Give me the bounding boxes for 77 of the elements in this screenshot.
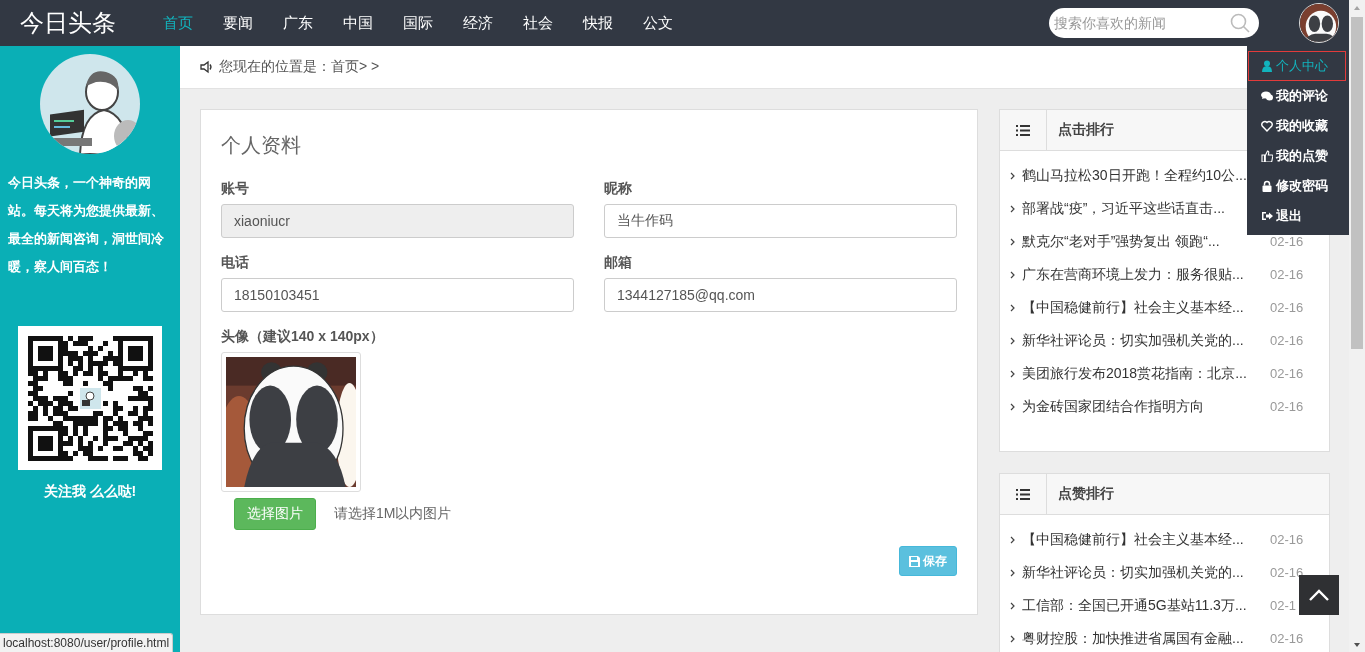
heart-icon xyxy=(1261,120,1273,132)
text-field[interactable]: 当牛作码 xyxy=(604,204,957,238)
site-logo[interactable]: 今日头条 xyxy=(20,7,148,39)
field-label: 账号 xyxy=(221,180,250,198)
menu-item[interactable]: 我的收藏 xyxy=(1248,111,1346,141)
nav-tab[interactable]: 公文 xyxy=(628,0,688,46)
news-link[interactable]: 粤财控股：加快推进省属国有金融... xyxy=(1022,629,1270,648)
list-icon xyxy=(1016,488,1030,500)
chevron-right-icon xyxy=(1010,303,1015,312)
news-link[interactable]: 新华社评论员：切实加强机关党的... xyxy=(1022,331,1270,350)
news-link[interactable]: 默克尔“老对手”强势复出 领跑“... xyxy=(1022,232,1270,251)
panel-title: 点击排行 xyxy=(1057,120,1114,139)
news-link[interactable]: 广东在营商环境上发力：服务很贴... xyxy=(1022,265,1270,284)
nav-tab[interactable]: 广东 xyxy=(268,0,328,46)
speech-bubbles-icon xyxy=(1261,90,1273,102)
text-field[interactable]: 18150103451 xyxy=(221,278,574,312)
news-date: 02-16 xyxy=(1270,333,1304,348)
nav-tab[interactable]: 中国 xyxy=(328,0,388,46)
news-date: 02-16 xyxy=(1270,565,1304,580)
field-label: 昵称 xyxy=(604,180,633,198)
nav-tab[interactable]: 国际 xyxy=(388,0,448,46)
news-link[interactable]: 工信部：全国已开通5G基站11.3万... xyxy=(1022,596,1270,615)
menu-item[interactable]: 退出 xyxy=(1248,201,1346,231)
news-date: 02-16 xyxy=(1270,366,1304,381)
news-link[interactable]: 美团旅行发布2018赏花指南：北京... xyxy=(1022,364,1270,383)
hint-text: 请选择1M以内图片 xyxy=(334,505,452,523)
news-date: 02-1 xyxy=(1270,598,1297,613)
field-label: 头像（建议140 x 140px） xyxy=(221,328,385,346)
nav-tab[interactable]: 社会 xyxy=(508,0,568,46)
chevron-right-icon xyxy=(1010,402,1015,411)
news-link[interactable]: 【中国稳健前行】社会主义基本经... xyxy=(1022,298,1270,317)
chevron-right-icon xyxy=(1010,204,1015,213)
chevron-right-icon xyxy=(1010,237,1015,246)
qr-caption: 关注我 么么哒! xyxy=(43,483,137,501)
lock-icon xyxy=(1261,180,1273,192)
chevron-right-icon xyxy=(1010,369,1015,378)
list-icon xyxy=(1016,124,1030,136)
news-date: 02-16 xyxy=(1270,300,1304,315)
news-date: 02-16 xyxy=(1270,267,1304,282)
site-intro: 今日头条，一个神奇的网站。每天将为您提供最新、最全的新闻咨询，洞世间冷暖，察人间百态！ xyxy=(7,174,165,276)
text-field[interactable]: 1344127185@qq.com xyxy=(604,278,957,312)
chevron-right-icon xyxy=(1010,535,1015,544)
news-link[interactable]: 为金砖国家团结合作指明方向 xyxy=(1022,397,1270,416)
chevron-right-icon xyxy=(1010,601,1015,610)
chevron-right-icon xyxy=(1010,634,1015,643)
search-field[interactable]: 搜索你喜欢的新闻 xyxy=(1049,8,1259,38)
field-label: 电话 xyxy=(221,254,250,272)
speaker-icon xyxy=(200,60,214,74)
user-avatar[interactable] xyxy=(1299,3,1339,43)
chevron-right-icon xyxy=(1010,568,1015,577)
menu-item[interactable]: 个人中心 xyxy=(1248,51,1346,81)
status-url: localhost:8080/user/profile.html xyxy=(3,636,170,650)
news-date: 02-16 xyxy=(1270,234,1304,249)
menu-item[interactable]: 我的点赞 xyxy=(1248,141,1346,171)
news-link[interactable]: 新华社评论员：切实加强机关党的... xyxy=(1022,563,1270,582)
menu-item[interactable]: 修改密码 xyxy=(1248,171,1346,201)
field-label: 邮箱 xyxy=(604,254,633,272)
chevron-up-icon xyxy=(1309,589,1329,601)
panel-title: 点赞排行 xyxy=(1057,484,1114,503)
news-date: 02-16 xyxy=(1270,631,1304,646)
user-icon xyxy=(1261,60,1273,72)
nav-tab[interactable]: 首页 xyxy=(148,0,208,46)
nav-tab[interactable]: 经济 xyxy=(448,0,508,46)
news-date: 02-16 xyxy=(1270,399,1304,414)
chevron-right-icon xyxy=(1010,270,1015,279)
back-to-top-button[interactable] xyxy=(1299,575,1339,615)
breadcrumb: 您现在的位置是：首页> > xyxy=(219,58,380,76)
nav-tab[interactable]: 要闻 xyxy=(208,0,268,46)
thumbs-up-icon xyxy=(1261,150,1273,162)
sign-out-icon xyxy=(1261,210,1273,222)
menu-item[interactable]: 我的评论 xyxy=(1248,81,1346,111)
news-link[interactable]: 【中国稳健前行】社会主义基本经... xyxy=(1022,530,1270,549)
nav-tab[interactable]: 快报 xyxy=(568,0,628,46)
chevron-right-icon xyxy=(1010,336,1015,345)
card-title: 个人资料 xyxy=(221,133,302,158)
chevron-right-icon xyxy=(1010,171,1015,180)
news-date: 02-16 xyxy=(1270,532,1304,547)
